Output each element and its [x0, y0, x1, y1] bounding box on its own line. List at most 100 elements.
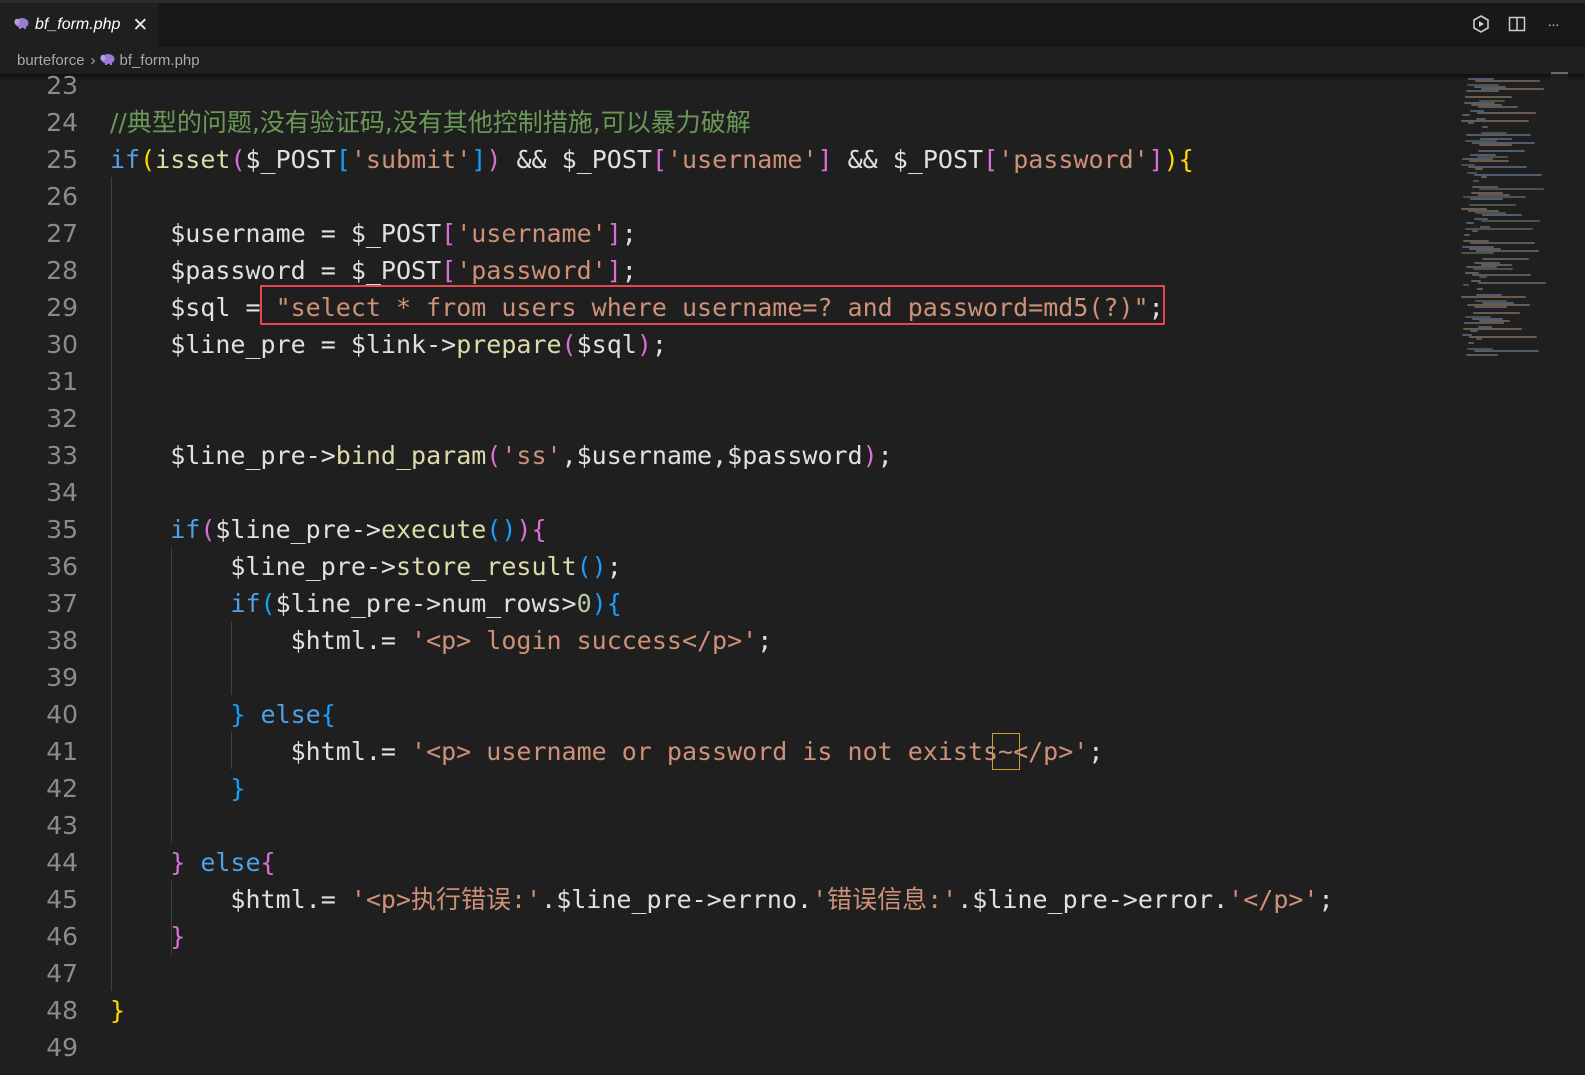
line-number: 48: [46, 996, 78, 1025]
code-token: [: [441, 219, 457, 248]
code-token: [: [335, 145, 351, 174]
code-token: ]: [817, 145, 833, 174]
code-token: $sql: [576, 330, 637, 359]
code-line[interactable]: 28 $password = $_POST['password'];: [0, 252, 1455, 289]
code-line[interactable]: 25 if(isset($_POST['submit']) && $_POST['…: [0, 141, 1455, 178]
code-token: $sql =: [110, 293, 276, 322]
line-code: $html.= '<p> login success</p>';: [110, 622, 773, 659]
code-token: $line_pre->: [110, 552, 396, 581]
minimap-line: [1481, 220, 1541, 222]
code-token: ;: [877, 441, 893, 470]
code-token: }: [110, 774, 246, 803]
code-token: }: [110, 848, 186, 877]
code-token: store_result: [395, 552, 577, 581]
tab-label: bf_form.php: [35, 16, 121, 33]
code-token: {: [606, 589, 622, 618]
code-token: '<p> login success</p>': [411, 626, 758, 655]
code-line[interactable]: 49: [0, 1029, 1455, 1066]
code-line[interactable]: 34: [0, 474, 1455, 511]
code-line[interactable]: 47: [0, 955, 1455, 992]
code-line[interactable]: 37 if($line_pre->num_rows>0){: [0, 585, 1455, 622]
vertical-scrollbar[interactable]: [1551, 74, 1568, 1075]
code-token: if: [110, 145, 141, 174]
split-editor-icon[interactable]: [1507, 14, 1527, 34]
code-token: $html.=: [110, 626, 412, 655]
code-line[interactable]: 46 }: [0, 918, 1455, 955]
minimap-line: [1470, 330, 1479, 332]
code-token: $password = $_POST: [110, 256, 442, 285]
minimap-line: [1472, 230, 1478, 232]
code-token: (: [230, 145, 246, 174]
code-line[interactable]: 26: [0, 178, 1455, 215]
code-token: (: [260, 589, 276, 618]
more-actions-icon[interactable]: ···: [1543, 14, 1563, 34]
code-line[interactable]: 44 } else{: [0, 844, 1455, 881]
code-line[interactable]: 29 $sql = "select * from users where use…: [0, 289, 1455, 326]
tab-bf-form-php[interactable]: bf_form.php ✕: [0, 3, 158, 47]
code-token: ): [486, 145, 502, 174]
code-line[interactable]: 32: [0, 400, 1455, 437]
line-code: } else{: [110, 844, 275, 881]
line-number: 25: [46, 145, 78, 174]
code-line[interactable]: 35 if($line_pre->execute()){: [0, 511, 1455, 548]
code-line[interactable]: 42 }: [0, 770, 1455, 807]
line-number: 23: [46, 74, 78, 100]
code-token: (: [200, 515, 216, 544]
minimap-line: [1468, 342, 1474, 344]
code-line[interactable]: 27 $username = $_POST['username'];: [0, 215, 1455, 252]
code-token: prepare: [456, 330, 562, 359]
code-token: (): [576, 552, 607, 581]
code-token: //典型的问题,没有验证码,没有其他控制措施,可以暴力破解: [110, 108, 751, 137]
minimap-line: [1473, 312, 1520, 314]
minimap-line: [1481, 176, 1487, 178]
code-line[interactable]: 48}: [0, 992, 1455, 1029]
code-line[interactable]: 23: [0, 74, 1455, 104]
line-number: 33: [46, 441, 78, 470]
code-token: }: [110, 922, 186, 951]
breadcrumb-file[interactable]: bf_form.php: [120, 52, 200, 69]
minimap-line: [1468, 122, 1474, 124]
code-line[interactable]: 43: [0, 807, 1455, 844]
code-line[interactable]: 33 $line_pre->bind_param('ss',$username,…: [0, 437, 1455, 474]
line-code: }: [110, 918, 185, 955]
code-token: }: [110, 996, 126, 1025]
minimap-line: [1469, 160, 1509, 162]
scrollbar-thumb[interactable]: [1551, 72, 1568, 74]
line-code: if($line_pre->num_rows>0){: [110, 585, 622, 622]
code-token: {: [1178, 145, 1194, 174]
minimap-line: [1470, 198, 1504, 200]
run-extension-icon[interactable]: [1471, 14, 1491, 34]
line-number: 34: [46, 478, 78, 507]
code-line[interactable]: 24 //典型的问题,没有验证码,没有其他控制措施,可以暴力破解: [0, 104, 1455, 141]
php-elephant-icon: [14, 16, 29, 34]
code-line[interactable]: 39: [0, 659, 1455, 696]
code-token: isset: [155, 145, 231, 174]
code-line[interactable]: 40 } else{: [0, 696, 1455, 733]
code-line[interactable]: 31: [0, 363, 1455, 400]
minimap-line: [1469, 204, 1516, 206]
minimap-line: [1465, 96, 1512, 98]
minimap-line: [1464, 322, 1504, 324]
minimap-line: [1466, 90, 1500, 92]
minimap-line: [1482, 258, 1529, 260]
code-line[interactable]: 41 $html.= '<p> username or password is …: [0, 733, 1455, 770]
code-token: $line_pre->num_rows>: [275, 589, 577, 618]
line-code: $line_pre = $link->prepare($sql);: [110, 326, 667, 363]
code-line[interactable]: 45 $html.= '<p>执行错误:'.$line_pre->errno.'…: [0, 881, 1455, 918]
close-icon[interactable]: ✕: [132, 16, 148, 35]
minimap-line: [1476, 338, 1482, 340]
minimap-line: [1461, 296, 1526, 298]
code-line[interactable]: 30 $line_pre = $link->prepare($sql);: [0, 326, 1455, 363]
line-number: 39: [46, 663, 78, 692]
code-token: ): [636, 330, 652, 359]
code-line[interactable]: 36 $line_pre->store_result();: [0, 548, 1455, 585]
breadcrumb-folder[interactable]: burteforce: [17, 52, 85, 69]
code-line[interactable]: 38 $html.= '<p> login success</p>';: [0, 622, 1455, 659]
minimap-line: [1477, 112, 1537, 114]
minimap[interactable]: [1455, 74, 1555, 1075]
code-token: && $_POST: [832, 145, 984, 174]
code-token: else: [245, 700, 321, 729]
code-editor[interactable]: 23 24//典型的问题,没有验证码,没有其他控制措施,可以暴力破解 25 if(is…: [0, 74, 1455, 1075]
code-token: ]: [606, 219, 622, 248]
minimap-line: [1466, 354, 1498, 356]
